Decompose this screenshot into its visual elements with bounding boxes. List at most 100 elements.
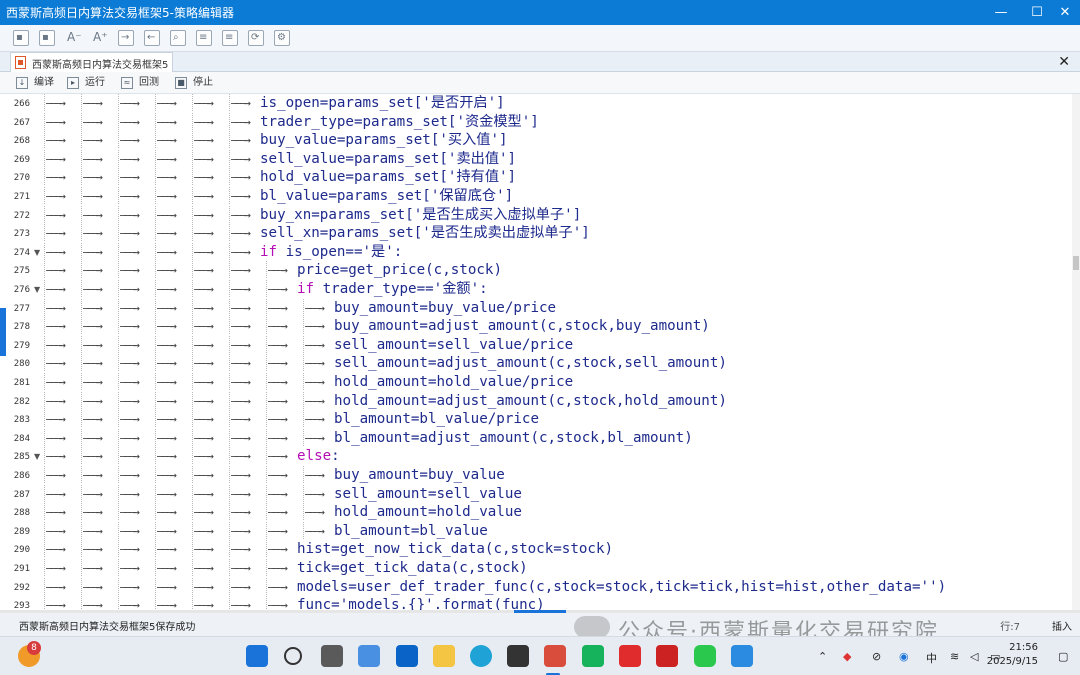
code-line[interactable]: 266 ———→ ———→ ———→ ———→ ———→ ———→ is_open=param… [0, 94, 1070, 113]
comment-icon[interactable]: ≡ [196, 30, 212, 46]
code-line[interactable]: 286 ———→ ———→ ———→ ———→ ———→ ———→ ———→ ———→ buy_a… [0, 466, 1070, 485]
tab-arrow-icon: ———→ [229, 354, 266, 373]
ime-indicator[interactable]: 中 [926, 650, 937, 666]
tab-arrow-icon: ———→ [155, 131, 192, 150]
vertical-scrollbar[interactable] [1072, 94, 1080, 610]
find-icon[interactable]: ⌕ [170, 30, 186, 46]
code-line[interactable]: 277 ———→ ———→ ———→ ———→ ———→ ———→ ———→ ———→ buy_a… [0, 298, 1070, 318]
code-text: buy_xn=params_set['是否生成买入虚拟单子'] [260, 206, 581, 224]
task-view-icon[interactable] [321, 645, 343, 667]
chevron-up-icon[interactable]: ⌃ [818, 650, 827, 663]
code-line[interactable]: 269 ———→ ———→ ———→ ———→ ———→ ———→ sell_value=pa… [0, 149, 1070, 169]
code-line[interactable]: 284 ———→ ———→ ———→ ———→ ———→ ———→ ———→ ———→ bl_am… [0, 428, 1070, 448]
code-line[interactable]: 292 ———→ ———→ ———→ ———→ ———→ ———→ ———→ models=us… [0, 577, 1070, 597]
security-icon[interactable]: ◉ [899, 650, 909, 663]
replace-icon[interactable]: ⟳ [248, 30, 264, 46]
wechat-icon[interactable] [694, 645, 716, 667]
tab-arrow-icon: ———→ [192, 428, 229, 447]
tab-arrow-icon: ———→ [192, 131, 229, 150]
store-icon[interactable] [358, 645, 380, 667]
outdent-icon[interactable]: ← [144, 30, 160, 46]
save-all-icon[interactable]: ▪ [39, 30, 55, 46]
close-tab-icon[interactable]: ✕ [1058, 52, 1070, 72]
close-window-button[interactable]: ✕ [1054, 0, 1076, 25]
start-icon[interactable] [246, 645, 268, 667]
code-line[interactable]: 270 ———→ ———→ ———→ ———→ ———→ ———→ hold_value=pa… [0, 168, 1070, 187]
code-line[interactable]: 273 ———→ ———→ ———→ ———→ ———→ ———→ sell_xn=param… [0, 224, 1070, 243]
wifi-icon[interactable]: ≋ [950, 650, 959, 663]
edge-icon[interactable] [470, 645, 492, 667]
tab-arrow-icon: ———→ [192, 261, 229, 280]
editor-toolbar: ▪ ▪ A⁻ A⁺ → ← ⌕ ≡ ≡ ⟳ ⚙ [0, 25, 1080, 52]
app-icon[interactable] [507, 645, 529, 667]
outlook-icon[interactable] [396, 645, 418, 667]
file-explorer-icon[interactable] [433, 645, 455, 667]
indent-icon[interactable]: → [118, 30, 134, 46]
stop-button[interactable]: ■ 停止 [173, 74, 213, 92]
strategy-app-icon[interactable] [544, 645, 566, 667]
volume-icon[interactable]: ◁ [970, 650, 978, 663]
horizontal-scrollbar[interactable] [0, 610, 1080, 613]
code-line[interactable]: 287 ———→ ———→ ———→ ———→ ———→ ———→ ———→ ———→ sell_… [0, 484, 1070, 504]
settings-icon[interactable]: ⚙ [274, 30, 290, 46]
code-line[interactable]: 275 ———→ ———→ ———→ ———→ ———→ ———→ ———→ price=get… [0, 261, 1070, 280]
code-line[interactable]: 282 ———→ ———→ ———→ ———→ ———→ ———→ ———→ ———→ hold_… [0, 391, 1070, 411]
code-line[interactable]: 267 ———→ ———→ ———→ ———→ ———→ ———→ trader_type=p… [0, 112, 1070, 132]
tab-arrow-icon: ———→ [44, 577, 81, 596]
code-line[interactable]: 272 ———→ ———→ ———→ ———→ ———→ ———→ buy_xn=params… [0, 205, 1070, 225]
tab-arrow-icon: ———→ [44, 261, 81, 280]
network-off-icon[interactable]: ⊘ [872, 650, 881, 663]
fold-toggle-icon[interactable]: ▼ [34, 248, 40, 257]
code-line[interactable]: 276 ▼ ———→ ———→ ———→ ———→ ———→ ———→ ———→ if trade… [0, 280, 1070, 299]
wps-icon[interactable] [619, 645, 641, 667]
code-text: func='models.{}'.format(func) [297, 596, 545, 610]
code-line[interactable]: 278 ———→ ———→ ———→ ———→ ———→ ———→ ———→ ———→ buy_a… [0, 317, 1070, 336]
tab-arrow-icon: ———→ [118, 112, 155, 131]
trading-app-icon[interactable] [731, 645, 753, 667]
antivirus-icon[interactable]: ◆ [843, 650, 851, 663]
code-line[interactable]: 293 ———→ ———→ ———→ ———→ ———→ ———→ ———→ func='mod… [0, 596, 1070, 610]
tab-arrow-icon: ———→ [118, 428, 155, 447]
wps-pdf-icon[interactable] [656, 645, 678, 667]
font-decrease-icon[interactable]: A⁻ [65, 30, 82, 46]
system-clock[interactable]: 21:56 2025/9/15 [987, 641, 1038, 669]
notification-icon[interactable]: ▢ [1058, 650, 1068, 663]
code-editor[interactable]: 266 ———→ ———→ ———→ ———→ ———→ ———→ is_open=param… [0, 94, 1080, 610]
tab-arrow-icon: ———→ [192, 224, 229, 243]
code-line[interactable]: 291 ———→ ———→ ———→ ———→ ———→ ———→ ———→ tick=get_… [0, 559, 1070, 578]
code-line[interactable]: 290 ———→ ———→ ———→ ———→ ———→ ———→ ———→ hist=get_… [0, 540, 1070, 559]
code-line[interactable]: 289 ———→ ———→ ———→ ———→ ———→ ———→ ———→ ———→ bl_am… [0, 521, 1070, 541]
minimize-button[interactable]: — [990, 0, 1012, 25]
run-button[interactable]: ▸ 运行 [65, 74, 105, 92]
code-line[interactable]: 268 ———→ ———→ ———→ ———→ ———→ ———→ buy_value=par… [0, 131, 1070, 150]
code-content: bl_amount=bl_value/price [334, 411, 539, 428]
backtest-button[interactable]: ≈ 回测 [119, 74, 159, 92]
code-line[interactable]: 271 ———→ ———→ ———→ ———→ ———→ ———→ bl_value=para… [0, 187, 1070, 206]
fold-toggle-icon[interactable]: ▼ [34, 452, 40, 461]
left-panel-toggle[interactable] [0, 308, 6, 356]
horizontal-scroll-thumb[interactable] [514, 610, 566, 613]
code-text: hold_amount=hold_value/price [334, 373, 573, 391]
tab-strategy[interactable]: 西蒙斯高频日内算法交易框架5 [10, 52, 173, 72]
fold-toggle-icon[interactable]: ▼ [34, 285, 40, 294]
code-line[interactable]: 279 ———→ ———→ ———→ ———→ ———→ ———→ ———→ ———→ sell_… [0, 335, 1070, 355]
code-line[interactable]: 285 ▼ ———→ ———→ ———→ ———→ ———→ ———→ ———→ else: [0, 447, 1070, 466]
tab-arrow-icon: ———→ [155, 484, 192, 503]
tab-arrow-icon: ———→ [192, 521, 229, 540]
maximize-button[interactable]: ☐ [1026, 0, 1048, 25]
messenger-icon[interactable] [582, 645, 604, 667]
uncomment-icon[interactable]: ≡ [222, 30, 238, 46]
font-increase-icon[interactable]: A⁺ [91, 30, 108, 46]
vertical-scroll-thumb[interactable] [1073, 256, 1079, 270]
search-icon[interactable] [284, 647, 302, 665]
save-icon[interactable]: ▪ [13, 30, 29, 46]
code-line[interactable]: 280 ———→ ———→ ———→ ———→ ———→ ———→ ———→ ———→ sell_… [0, 354, 1070, 373]
tab-arrow-icon: ———→ [44, 428, 81, 447]
code-line[interactable]: 288 ———→ ———→ ———→ ———→ ———→ ———→ ———→ ———→ hold_… [0, 503, 1070, 522]
code-line[interactable]: 281 ———→ ———→ ———→ ———→ ———→ ———→ ———→ ———→ hold_… [0, 373, 1070, 392]
compile-button[interactable]: ↓ 编译 [14, 74, 54, 92]
code-line[interactable]: 283 ———→ ———→ ———→ ———→ ———→ ———→ ———→ ———→ bl_am… [0, 410, 1070, 429]
code-line[interactable]: 274 ▼ ———→ ———→ ———→ ———→ ———→ ———→ if is_open==… [0, 242, 1070, 262]
tab-arrow-icon: ———→ [44, 149, 81, 168]
code-content: hold_amount=hold_value [334, 504, 522, 521]
